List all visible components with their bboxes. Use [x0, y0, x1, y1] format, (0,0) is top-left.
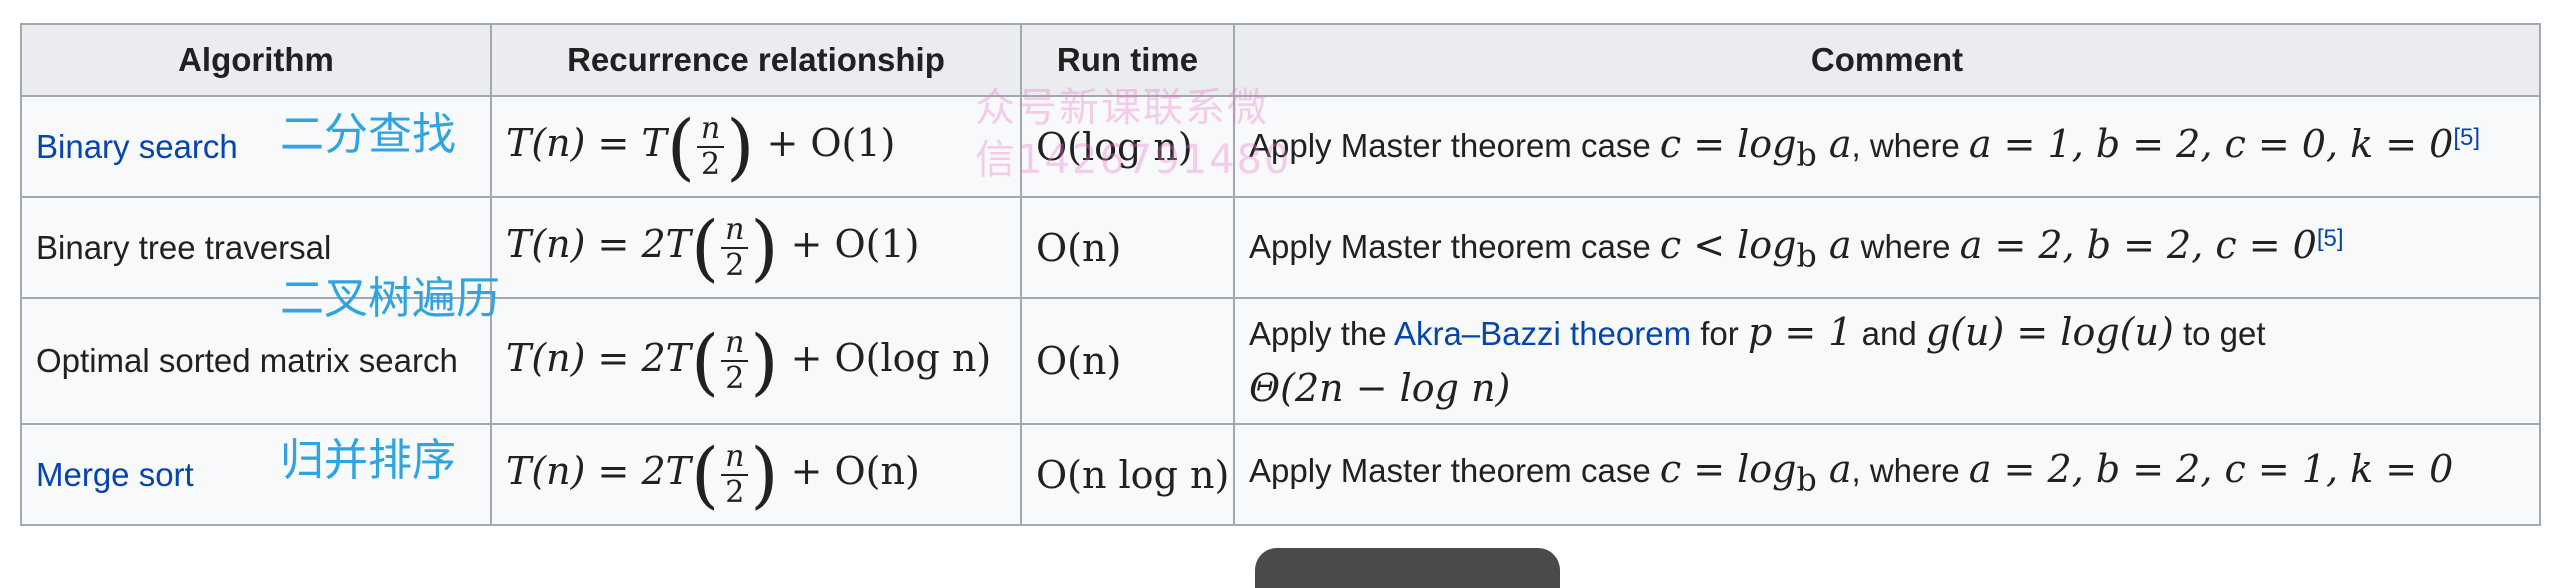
- comment-text: for: [1700, 315, 1739, 352]
- reference-link[interactable]: [5]: [2317, 225, 2344, 252]
- comment-text: , where: [1851, 126, 1960, 164]
- comment-text: where: [1860, 227, 1951, 265]
- fraction-numerator: n: [725, 325, 745, 360]
- comment-math: c = log: [1659, 446, 1797, 491]
- annotation-merge-sort: 归并排序: [280, 435, 456, 486]
- watermark-line: 信1426791480: [975, 137, 1292, 183]
- header-recurrence[interactable]: Recurrence relationship: [490, 23, 1022, 97]
- recurrence-formula: T(n) = 2T(n 2) + O(1): [506, 205, 920, 290]
- comment-cell: Apply Master theorem case c = logb a, wh…: [1233, 423, 2541, 526]
- comment-math: a = 2, b = 2, c = 0: [1959, 222, 2317, 267]
- comment-text: Apply the: [1249, 315, 1387, 352]
- comment-math: g(u) = log(u): [1925, 310, 2174, 354]
- recurrence-rhs: + O(1): [766, 121, 896, 165]
- comment-cell: Apply the Akra–Bazzi theorem for p = 1 a…: [1233, 297, 2541, 425]
- comment-math: c < log: [1659, 222, 1797, 267]
- comment-math: a: [1816, 222, 1852, 267]
- fraction-denominator: 2: [725, 361, 745, 396]
- annotation-binary-tree-traversal: 二叉树遍历: [280, 273, 500, 324]
- comment-text: Apply Master theorem case: [1249, 126, 1651, 164]
- fraction-numerator: n: [725, 438, 745, 474]
- comment-cell: Apply Master theorem case c = logb a, wh…: [1233, 95, 2541, 198]
- header-algorithm[interactable]: Algorithm: [20, 23, 492, 97]
- recurrence-lhs: T(n) = 2T: [506, 449, 691, 493]
- runtime-cell: O(n): [1020, 297, 1235, 425]
- comment-math: a: [1816, 121, 1852, 166]
- comment-subscript: b: [1796, 137, 1817, 174]
- comment-text: and: [1861, 315, 1917, 352]
- comment-text: , where: [1851, 451, 1960, 489]
- recurrence-rhs: + O(1): [790, 222, 920, 266]
- runtime-value: O(n log n): [1036, 452, 1230, 497]
- fraction-denominator: 2: [725, 474, 745, 510]
- merge-sort-link[interactable]: Merge sort: [36, 456, 194, 493]
- comment-math: p = 1: [1747, 310, 1853, 354]
- fraction-numerator: n: [725, 211, 745, 247]
- comment-subscript: b: [1796, 238, 1817, 275]
- recurrence-cell: T(n) = 2T(n 2) + O(1): [490, 196, 1022, 299]
- akra-bazzi-theorem-link[interactable]: Akra–Bazzi theorem: [1394, 315, 1691, 352]
- comment-math: c = log: [1659, 121, 1797, 166]
- comment-text: Apply Master theorem case: [1249, 451, 1651, 489]
- recurrence-rhs: + O(log n): [790, 335, 992, 380]
- fraction-numerator: n: [700, 110, 721, 146]
- watermark: 众号新课联系微 信1426791480: [975, 82, 1292, 186]
- runtime-value: O(n): [1036, 225, 1122, 270]
- recurrence-cell: T(n) = T(n 2) + O(1): [490, 95, 1022, 198]
- recurrence-rhs: + O(n): [790, 449, 920, 493]
- bottom-overlay-tab[interactable]: [1255, 548, 1560, 588]
- comment-text: to get: [2182, 315, 2266, 352]
- comment-text: Apply Master theorem case: [1249, 227, 1651, 265]
- runtime-cell: O(n): [1020, 196, 1235, 299]
- watermark-line: 众号新课联系微: [975, 85, 1269, 131]
- fraction-denominator: 2: [725, 247, 745, 283]
- recurrence-lhs: T(n) = 2T: [506, 335, 691, 380]
- header-comment[interactable]: Comment: [1233, 23, 2541, 97]
- runtime-cell: O(n log n): [1020, 423, 1235, 526]
- recurrence-formula: T(n) = T(n 2) + O(1): [506, 104, 896, 189]
- recurrence-cell: T(n) = 2T(n 2) + O(n): [490, 423, 1022, 526]
- annotation-binary-search: 二分查找: [280, 109, 456, 160]
- comment-math: Θ(2n − log n): [1249, 366, 1511, 410]
- comment-math: a = 2, b = 2, c = 1, k = 0: [1968, 446, 2454, 491]
- comment-math: a = 1, b = 2, c = 0, k = 0: [1968, 121, 2454, 166]
- recurrence-lhs: T(n) = 2T: [506, 222, 691, 266]
- runtime-value: O(n): [1036, 339, 1122, 383]
- comment-cell: Apply Master theorem case c < logb a whe…: [1233, 196, 2541, 299]
- comment-subscript: b: [1796, 462, 1817, 499]
- recurrence-formula: T(n) = 2T(n 2) + O(n): [506, 432, 920, 517]
- recurrence-cell: T(n) = 2T(n 2) + O(log n): [490, 297, 1022, 425]
- reference-link[interactable]: [5]: [2453, 124, 2480, 151]
- fraction-denominator: 2: [701, 146, 721, 182]
- binary-search-link[interactable]: Binary search: [36, 128, 238, 165]
- recurrence-formula: T(n) = 2T(n 2) + O(log n): [506, 319, 992, 403]
- comment-math: a: [1816, 446, 1852, 491]
- recurrence-lhs: T(n) = T: [506, 121, 667, 165]
